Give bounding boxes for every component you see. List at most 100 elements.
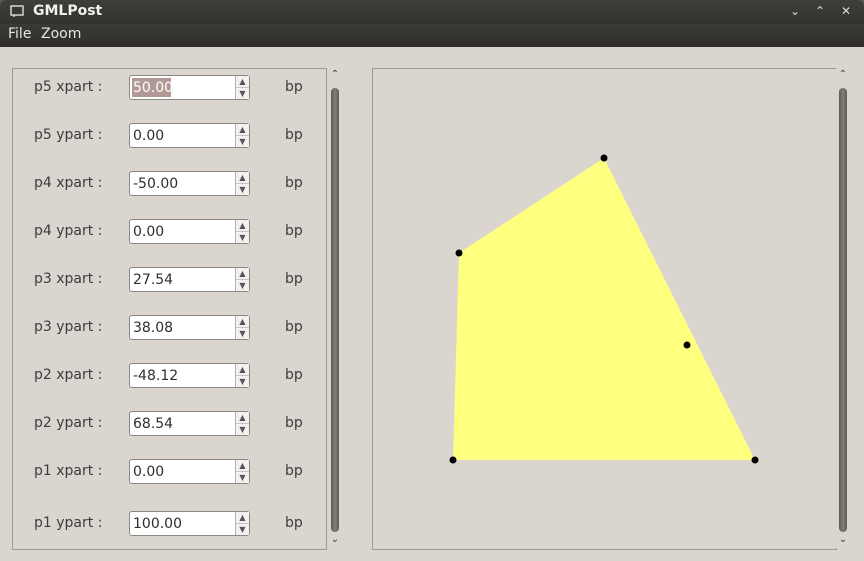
increment-arrow-icon[interactable]: ▲ xyxy=(236,268,249,280)
decrement-arrow-icon[interactable]: ▼ xyxy=(236,88,249,99)
value-spinbox[interactable]: ▲▼ xyxy=(129,363,250,388)
spin-buttons: ▲ ▼ xyxy=(235,220,249,243)
spin-buttons: ▲ ▼ xyxy=(235,124,249,147)
spin-buttons: ▲ ▼ xyxy=(235,364,249,387)
value-spinbox[interactable]: ▲▼ xyxy=(129,171,250,196)
increment-arrow-icon[interactable]: ▲ xyxy=(236,172,249,184)
spin-buttons: ▲ ▼ xyxy=(235,412,249,435)
spin-buttons: ▲ ▼ xyxy=(235,172,249,195)
window-title: GMLPost xyxy=(33,3,103,19)
value-input[interactable] xyxy=(132,174,237,193)
parameter-label: p1 xpart : xyxy=(34,463,103,479)
decrement-arrow-icon[interactable]: ▼ xyxy=(236,232,249,243)
parameter-row: p3 ypart : ▲▼ bp xyxy=(13,315,326,341)
parameter-label: p4 xpart : xyxy=(34,175,103,191)
point-marker[interactable] xyxy=(600,154,608,162)
decrement-arrow-icon[interactable]: ▼ xyxy=(236,524,249,535)
unit-label: bp xyxy=(285,79,303,95)
spin-buttons: ▲ ▼ xyxy=(235,460,249,483)
value-input[interactable] xyxy=(132,318,237,337)
unit-label: bp xyxy=(285,463,303,479)
unit-label: bp xyxy=(285,415,303,431)
point-marker[interactable] xyxy=(455,249,463,257)
point-marker[interactable] xyxy=(683,341,691,349)
maximize-button[interactable]: ⌃ xyxy=(810,2,830,21)
polygon-shape xyxy=(453,158,755,460)
increment-arrow-icon[interactable]: ▲ xyxy=(236,76,249,88)
scroll-up-arrow-icon[interactable]: ⌃ xyxy=(328,68,342,82)
scroll-up-arrow-icon[interactable]: ⌃ xyxy=(836,68,850,82)
value-spinbox[interactable]: ▲▼ xyxy=(129,219,250,244)
parameter-label: p4 ypart : xyxy=(34,223,103,239)
increment-arrow-icon[interactable]: ▲ xyxy=(236,412,249,424)
point-marker[interactable] xyxy=(751,456,759,464)
decrement-arrow-icon[interactable]: ▼ xyxy=(236,472,249,483)
value-input[interactable] xyxy=(132,270,237,289)
gmlpost-window: GMLPost ⌄ ⌃ ✕ File Zoom p5 xpart :▲▼bpp5… xyxy=(0,0,864,561)
value-input[interactable] xyxy=(132,78,171,97)
scroll-thumb[interactable] xyxy=(839,88,847,532)
decrement-arrow-icon[interactable]: ▼ xyxy=(236,328,249,339)
value-spinbox[interactable]: ▲▼ xyxy=(129,411,250,436)
unit-label: bp xyxy=(285,367,303,383)
close-button[interactable]: ✕ xyxy=(836,2,856,21)
value-input[interactable] xyxy=(132,126,237,145)
window-icon xyxy=(10,5,24,17)
value-input[interactable] xyxy=(132,222,237,241)
decrement-arrow-icon[interactable]: ▼ xyxy=(236,280,249,291)
parameter-row: p5 ypart : ▲▼ bp xyxy=(13,123,326,149)
point-marker[interactable] xyxy=(449,456,457,464)
scroll-thumb[interactable] xyxy=(331,88,339,532)
spin-buttons: ▲ ▼ xyxy=(235,512,249,535)
increment-arrow-icon[interactable]: ▲ xyxy=(236,316,249,328)
canvas-scrollbar[interactable]: ⌃ ⌄ xyxy=(836,68,850,548)
unit-label: bp xyxy=(285,319,303,335)
value-input[interactable] xyxy=(132,366,237,385)
value-spinbox[interactable]: ▲▼ xyxy=(129,123,250,148)
increment-arrow-icon[interactable]: ▲ xyxy=(236,124,249,136)
parameter-label: p3 ypart : xyxy=(34,319,103,335)
parameter-row: p1 ypart : ▲▼ bp xyxy=(13,511,326,537)
parameter-label: p2 xpart : xyxy=(34,367,103,383)
drawing-canvas[interactable] xyxy=(373,69,836,549)
value-spinbox[interactable]: ▲▼ xyxy=(129,511,250,536)
value-spinbox[interactable]: ▲▼ xyxy=(129,75,250,100)
spin-buttons: ▲ ▼ xyxy=(235,316,249,339)
scroll-down-arrow-icon[interactable]: ⌄ xyxy=(328,533,342,547)
increment-arrow-icon[interactable]: ▲ xyxy=(236,364,249,376)
value-input[interactable] xyxy=(132,462,237,481)
value-input[interactable] xyxy=(132,414,237,433)
parameter-row: p1 xpart : ▲▼ bp xyxy=(13,459,326,485)
parameter-label: p5 ypart : xyxy=(34,127,103,143)
parameter-label: p5 xpart : xyxy=(34,79,103,95)
parameter-label: p1 ypart : xyxy=(34,515,103,531)
value-spinbox[interactable]: ▲▼ xyxy=(129,267,250,292)
parameter-row: p2 xpart : ▲▼ bp xyxy=(13,363,326,389)
scroll-down-arrow-icon[interactable]: ⌄ xyxy=(836,533,850,547)
increment-arrow-icon[interactable]: ▲ xyxy=(236,220,249,232)
parameter-label: p2 ypart : xyxy=(34,415,103,431)
decrement-arrow-icon[interactable]: ▼ xyxy=(236,184,249,195)
decrement-arrow-icon[interactable]: ▼ xyxy=(236,136,249,147)
minimize-button[interactable]: ⌄ xyxy=(785,2,805,21)
unit-label: bp xyxy=(285,515,303,531)
increment-arrow-icon[interactable]: ▲ xyxy=(236,460,249,472)
increment-arrow-icon[interactable]: ▲ xyxy=(236,512,249,524)
decrement-arrow-icon[interactable]: ▼ xyxy=(236,376,249,387)
value-spinbox[interactable]: ▲▼ xyxy=(129,459,250,484)
menu-bar: File Zoom xyxy=(0,24,864,47)
drawing-panel xyxy=(372,68,837,550)
decrement-arrow-icon[interactable]: ▼ xyxy=(236,424,249,435)
menu-zoom[interactable]: Zoom xyxy=(41,26,81,42)
unit-label: bp xyxy=(285,271,303,287)
spin-buttons: ▲ ▼ xyxy=(235,76,249,99)
parameter-scrollbar[interactable]: ⌃ ⌄ xyxy=(328,68,342,548)
value-input[interactable] xyxy=(132,514,237,533)
title-bar: GMLPost ⌄ ⌃ ✕ xyxy=(0,0,864,24)
menu-file[interactable]: File xyxy=(8,26,31,42)
unit-label: bp xyxy=(285,175,303,191)
parameter-row: p3 xpart : ▲▼ bp xyxy=(13,267,326,293)
value-spinbox[interactable]: ▲▼ xyxy=(129,315,250,340)
spin-buttons: ▲ ▼ xyxy=(235,268,249,291)
parameter-row: p2 ypart : ▲▼ bp xyxy=(13,411,326,437)
